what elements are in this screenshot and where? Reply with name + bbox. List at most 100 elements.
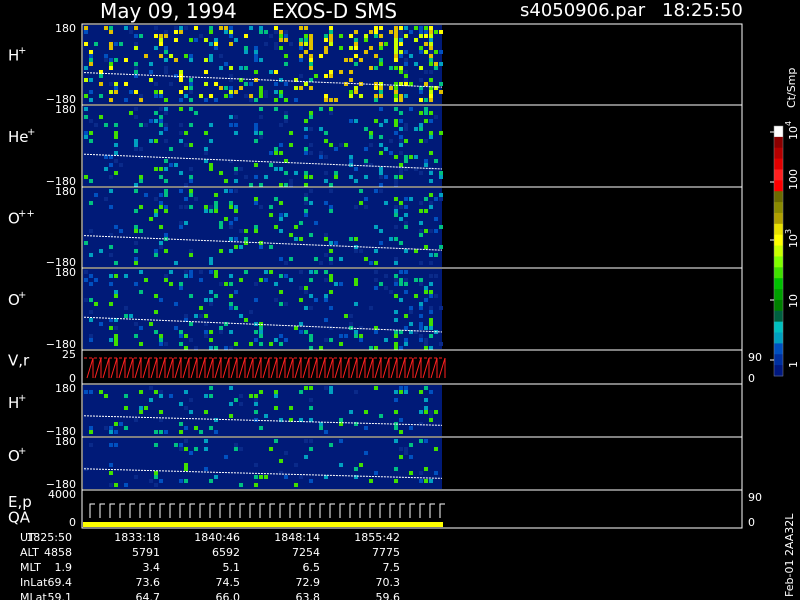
spectrogram-cell <box>144 123 148 127</box>
panel-right-top-tick: 90 <box>748 491 762 504</box>
spectrogram-cell <box>439 175 443 179</box>
spectrogram-cell <box>209 479 213 483</box>
spectrogram-cell <box>364 159 368 163</box>
spectrogram-cell <box>89 131 93 135</box>
spectrogram-cell <box>424 26 428 30</box>
spectrogram-cell <box>159 90 163 94</box>
spectrogram-cell <box>429 418 433 422</box>
spectrogram-cell <box>144 278 148 282</box>
spectrogram-cell <box>314 298 318 302</box>
spectrogram-cell <box>144 406 148 410</box>
spectrogram-cell <box>229 330 233 334</box>
spectrogram-cell <box>239 394 243 398</box>
spectrogram-cell <box>209 163 213 167</box>
spectrogram-cell <box>399 98 403 102</box>
spectrogram-cell <box>259 278 263 282</box>
spectrogram-cell <box>294 237 298 241</box>
spectrogram-cell <box>149 398 153 402</box>
spectrogram-cell <box>274 225 278 229</box>
spectrogram-cell <box>404 205 408 209</box>
spectrogram-cell <box>379 42 383 46</box>
spectrogram-cell <box>399 205 403 209</box>
spectrogram-cell <box>419 26 423 30</box>
spectrogram-cell <box>154 111 158 115</box>
spectrogram-cell <box>364 34 368 38</box>
spectrogram-cell <box>359 58 363 62</box>
spectrogram-cell <box>309 143 313 147</box>
spectrogram-cell <box>434 274 438 278</box>
spectrogram-cell <box>229 274 233 278</box>
spectrogram-cell <box>194 38 198 42</box>
spectrogram-cell <box>104 123 108 127</box>
spectrogram-cell <box>419 278 423 282</box>
spectrogram-cell <box>274 167 278 171</box>
spectrogram-cell <box>89 78 93 82</box>
spectrogram-cell <box>394 42 398 46</box>
spectrogram-cell <box>429 346 433 350</box>
spectrogram-cell <box>319 54 323 58</box>
spectrogram-cell <box>274 394 278 398</box>
panel-top-tick: 25 <box>62 348 76 361</box>
spectrogram-cell <box>114 135 118 139</box>
spectrogram-cell <box>209 386 213 390</box>
spectrogram-cell <box>429 294 433 298</box>
spectrogram-cell <box>169 82 173 86</box>
plot-date: May 09, 1994 <box>100 0 237 23</box>
spectrogram-cell <box>234 179 238 183</box>
spectrogram-cell <box>294 326 298 330</box>
spectrogram-cell <box>279 274 283 278</box>
spectrogram-cell <box>249 394 253 398</box>
spectrogram-cell <box>354 42 358 46</box>
spectrogram-cell <box>154 167 158 171</box>
spectrogram-cell <box>164 249 168 253</box>
spectrogram-cell <box>349 78 353 82</box>
spectrogram-cell <box>249 82 253 86</box>
spectrogram-cell <box>239 278 243 282</box>
spectrogram-cell <box>279 183 283 187</box>
spectrogram-cell <box>109 245 113 249</box>
spectrogram-cell <box>374 386 378 390</box>
spectrogram-cell <box>434 62 438 66</box>
panel-label-sup: ++ <box>18 208 35 219</box>
footer-cell: 3.4 <box>143 561 161 574</box>
spectrogram-cell <box>224 346 228 350</box>
spectrogram-cell <box>344 58 348 62</box>
spectrogram-cell <box>134 147 138 151</box>
spectrogram-cell <box>179 479 183 483</box>
spectrogram-cell <box>109 90 113 94</box>
spectrogram-cell <box>399 119 403 123</box>
spectrogram-cell <box>429 282 433 286</box>
spectrogram-cell <box>179 225 183 229</box>
spectrogram-cell <box>399 282 403 286</box>
spectrogram-cell <box>159 38 163 42</box>
spectrogram-cell <box>179 402 183 406</box>
spectrogram-cell <box>369 66 373 70</box>
spectrogram-cell <box>259 390 263 394</box>
spectrogram-cell <box>399 418 403 422</box>
spectrogram-cell <box>189 175 193 179</box>
spectrogram-cell <box>439 82 443 86</box>
spectrogram-cell <box>304 193 308 197</box>
spectrogram-cell <box>129 26 133 30</box>
spectrogram-cell <box>179 131 183 135</box>
spectrogram-cell <box>279 302 283 306</box>
spectrogram-cell <box>209 346 213 350</box>
spectrogram-cell <box>414 294 418 298</box>
spectrogram-cell <box>389 66 393 70</box>
spectrogram-cell <box>149 386 153 390</box>
spectrogram-cell <box>309 38 313 42</box>
spectrogram-cell <box>394 175 398 179</box>
spectrogram-cell <box>254 58 258 62</box>
spectrogram-cell <box>434 197 438 201</box>
spectrogram-cell <box>84 270 88 274</box>
spectrogram-cell <box>159 430 163 434</box>
spectrogram-cell <box>274 439 278 443</box>
spectrogram-cell <box>404 326 408 330</box>
spectrogram-cell <box>439 342 443 346</box>
spectrogram-cell <box>399 127 403 131</box>
spectrogram-cell <box>404 290 408 294</box>
spectrogram-cell <box>99 249 103 253</box>
spectrogram-cell <box>394 342 398 346</box>
spectrogram-cell <box>349 90 353 94</box>
spectrogram-cell <box>229 402 233 406</box>
